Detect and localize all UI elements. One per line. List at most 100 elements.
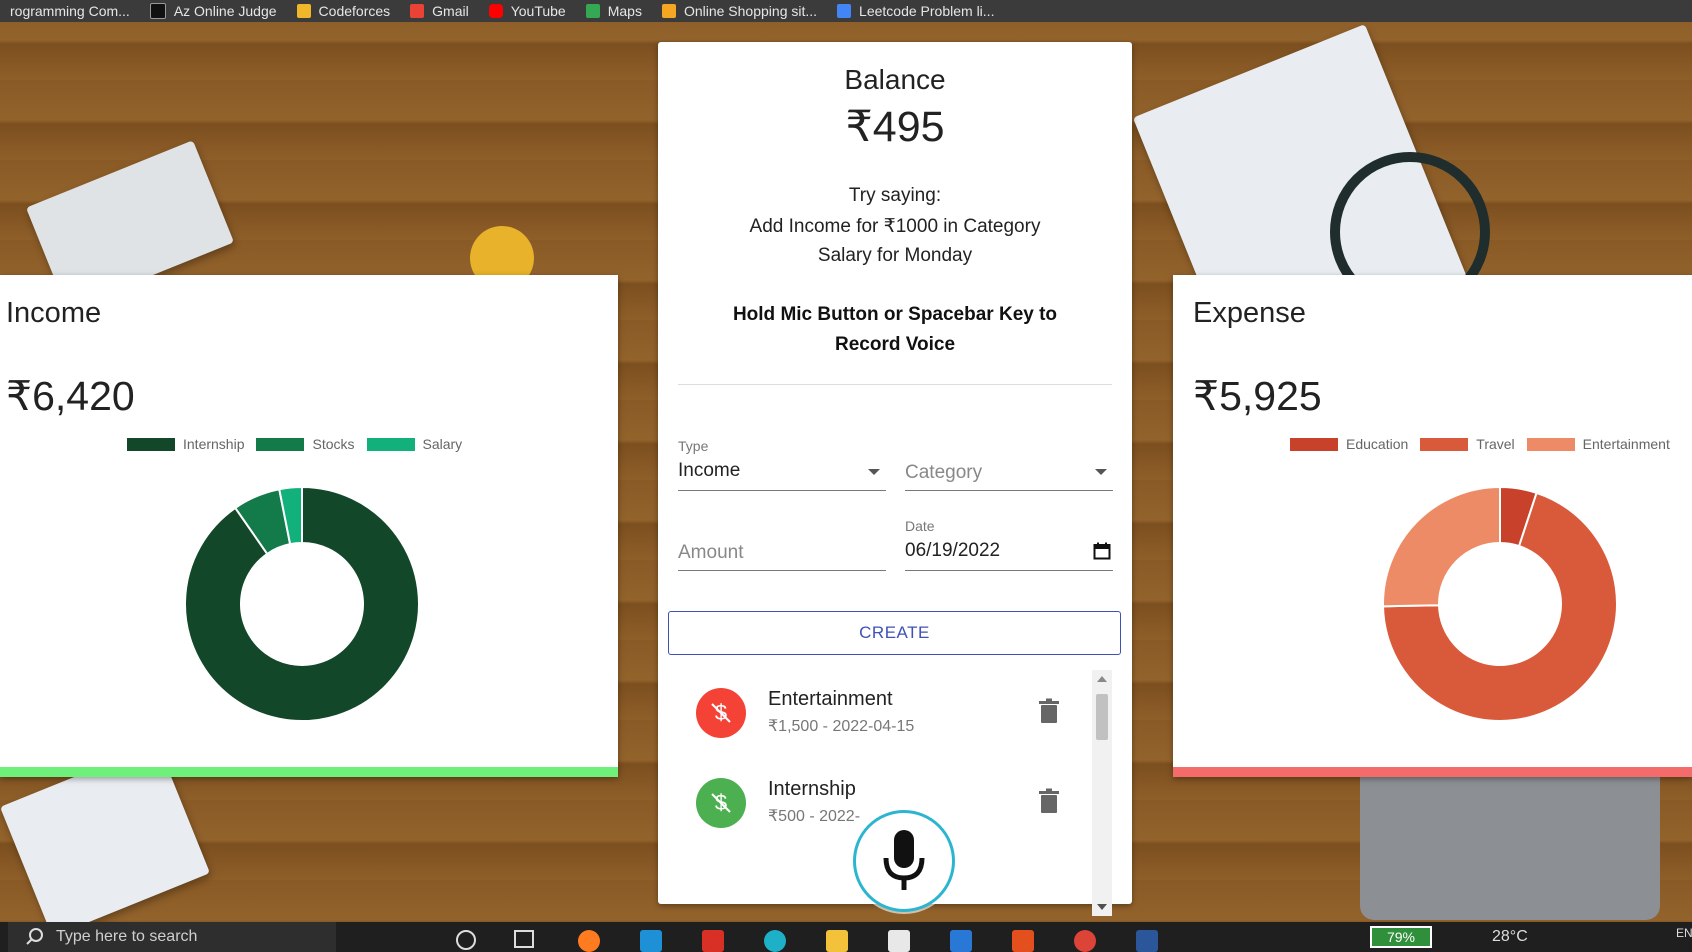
legend-item[interactable]: Stocks bbox=[256, 436, 355, 452]
income-doughnut-chart bbox=[184, 485, 420, 722]
maps-icon bbox=[585, 4, 600, 18]
amount-placeholder: Amount bbox=[678, 542, 744, 563]
legend-item[interactable]: Salary bbox=[366, 436, 463, 452]
chevron-down-icon bbox=[1095, 469, 1107, 475]
legend-item[interactable]: Education bbox=[1290, 436, 1408, 452]
edge-icon[interactable] bbox=[764, 930, 786, 952]
microphone-icon bbox=[883, 830, 925, 890]
taskbar-search[interactable]: Type here to search bbox=[8, 922, 336, 952]
legend-swatch bbox=[1526, 437, 1575, 451]
create-button[interactable]: CREATE bbox=[668, 611, 1121, 655]
background-laptop bbox=[1360, 760, 1660, 920]
expense-amount: ₹5,925 bbox=[1193, 373, 1322, 419]
main-card: Balance ₹495 Try saying: Add Income for … bbox=[658, 42, 1132, 916]
amount-input[interactable]: Amount bbox=[678, 520, 886, 571]
expense-title: Expense bbox=[1193, 297, 1306, 329]
az-icon bbox=[149, 3, 166, 19]
category-placeholder: Category bbox=[905, 462, 983, 483]
task-view-icon[interactable] bbox=[514, 930, 534, 948]
category-select[interactable]: Category bbox=[905, 438, 1113, 491]
legend-label: Salary bbox=[422, 436, 463, 452]
bookmark-label: Maps bbox=[607, 3, 642, 19]
expense-doughnut-chart bbox=[1382, 485, 1618, 722]
legend-label: Internship bbox=[183, 436, 245, 452]
legend-item[interactable]: Entertainment bbox=[1526, 436, 1670, 452]
scroll-down-icon[interactable] bbox=[1097, 904, 1107, 910]
transaction-title: Entertainment bbox=[768, 688, 893, 710]
scroll-up-icon[interactable] bbox=[1097, 676, 1107, 682]
type-label: Type bbox=[678, 438, 709, 454]
word-icon[interactable] bbox=[1136, 930, 1158, 952]
gmail-icon bbox=[410, 4, 425, 18]
dollar-icon: $ bbox=[696, 778, 746, 828]
bookmark-item[interactable]: rogramming Com... bbox=[0, 0, 140, 22]
weather-widget[interactable]: 28°C bbox=[1492, 928, 1528, 946]
bookmark-item[interactable]: Leetcode Problem li... bbox=[827, 0, 1004, 22]
legend-item[interactable]: Internship bbox=[127, 436, 244, 452]
income-amount: ₹6,420 bbox=[6, 373, 135, 419]
codeforces-icon bbox=[296, 4, 311, 18]
transaction-title: Internship bbox=[768, 778, 856, 800]
type-select[interactable]: Type Income bbox=[678, 438, 886, 491]
taskbar: Type here to search 79% 28°C EN bbox=[0, 922, 1692, 952]
app-l-icon[interactable] bbox=[640, 930, 662, 952]
expense-legend: Education Travel Entertainment bbox=[1290, 436, 1670, 452]
date-label: Date bbox=[905, 518, 935, 534]
cortana-icon[interactable] bbox=[456, 930, 476, 950]
transaction-subtitle: ₹1,500 - 2022-04-15 bbox=[768, 718, 915, 735]
bookmark-label: Online Shopping sit... bbox=[683, 3, 818, 19]
balance-title: Balance bbox=[844, 64, 946, 95]
bookmark-label: YouTube bbox=[510, 3, 566, 19]
chrome-icon[interactable] bbox=[1074, 930, 1096, 952]
bookmark-item[interactable]: Online Shopping sit... bbox=[652, 0, 827, 22]
store-icon[interactable] bbox=[888, 930, 910, 952]
bookmark-item[interactable]: Gmail bbox=[400, 0, 479, 22]
bookmarks-bar: rogramming Com... Az Online Judge Codefo… bbox=[0, 0, 1692, 22]
bookmark-label: rogramming Com... bbox=[10, 3, 130, 19]
firefox-icon[interactable] bbox=[578, 930, 600, 952]
bookmark-label: Codeforces bbox=[318, 3, 391, 19]
leetcode-icon bbox=[837, 4, 852, 18]
search-icon bbox=[26, 928, 43, 945]
bookmark-item[interactable]: Maps bbox=[576, 0, 652, 22]
legend-swatch bbox=[366, 437, 415, 451]
type-value: Income bbox=[678, 460, 741, 481]
legend-label: Education bbox=[1346, 436, 1409, 452]
list-scrollbar[interactable] bbox=[1092, 670, 1112, 916]
delete-icon[interactable] bbox=[1038, 788, 1060, 814]
office-icon[interactable] bbox=[1012, 930, 1034, 952]
delete-icon[interactable] bbox=[1038, 698, 1060, 724]
hint-line: Salary for Monday bbox=[817, 245, 973, 266]
doughnut-slice-entertainment[interactable] bbox=[1382, 485, 1501, 608]
expense-card: Expense ₹5,925 Education Travel Entertai… bbox=[1173, 275, 1692, 777]
gmail-taskbar-icon[interactable] bbox=[702, 930, 724, 952]
balance-amount: ₹495 bbox=[845, 103, 945, 151]
mic-button[interactable] bbox=[853, 810, 955, 912]
divider bbox=[678, 384, 1112, 385]
file-explorer-icon[interactable] bbox=[826, 930, 848, 952]
bookmark-item[interactable]: Codeforces bbox=[287, 0, 401, 22]
bookmark-item[interactable]: YouTube bbox=[479, 0, 576, 22]
legend-swatch bbox=[127, 437, 175, 451]
legend-label: Travel bbox=[1476, 436, 1515, 452]
scroll-thumb[interactable] bbox=[1096, 694, 1108, 740]
chevron-down-icon bbox=[868, 469, 880, 475]
calendar-icon[interactable] bbox=[1093, 542, 1111, 560]
shopping-icon bbox=[661, 4, 676, 18]
bookmark-label: Leetcode Problem li... bbox=[859, 3, 995, 19]
battery-indicator[interactable]: 79% bbox=[1370, 926, 1432, 948]
mail-icon[interactable] bbox=[950, 930, 972, 952]
legend-swatch bbox=[256, 437, 305, 451]
hint-line: Add Income for ₹1000 in Category bbox=[749, 216, 1041, 237]
legend-label: Entertainment bbox=[1582, 436, 1670, 452]
income-card: Income ₹6,420 Internship Stocks Salary bbox=[0, 275, 618, 777]
search-placeholder: Type here to search bbox=[56, 928, 198, 945]
bookmark-item[interactable]: Az Online Judge bbox=[140, 0, 287, 22]
dollar-icon: $ bbox=[696, 688, 746, 738]
list-item[interactable]: $ Entertainment ₹1,500 - 2022-04-15 bbox=[678, 680, 1098, 760]
legend-swatch bbox=[1290, 437, 1338, 451]
date-input[interactable]: Date 06/19/2022 bbox=[905, 518, 1113, 571]
language-indicator[interactable]: EN bbox=[1676, 926, 1692, 940]
legend-item[interactable]: Travel bbox=[1420, 436, 1515, 452]
legend-swatch bbox=[1420, 437, 1469, 451]
